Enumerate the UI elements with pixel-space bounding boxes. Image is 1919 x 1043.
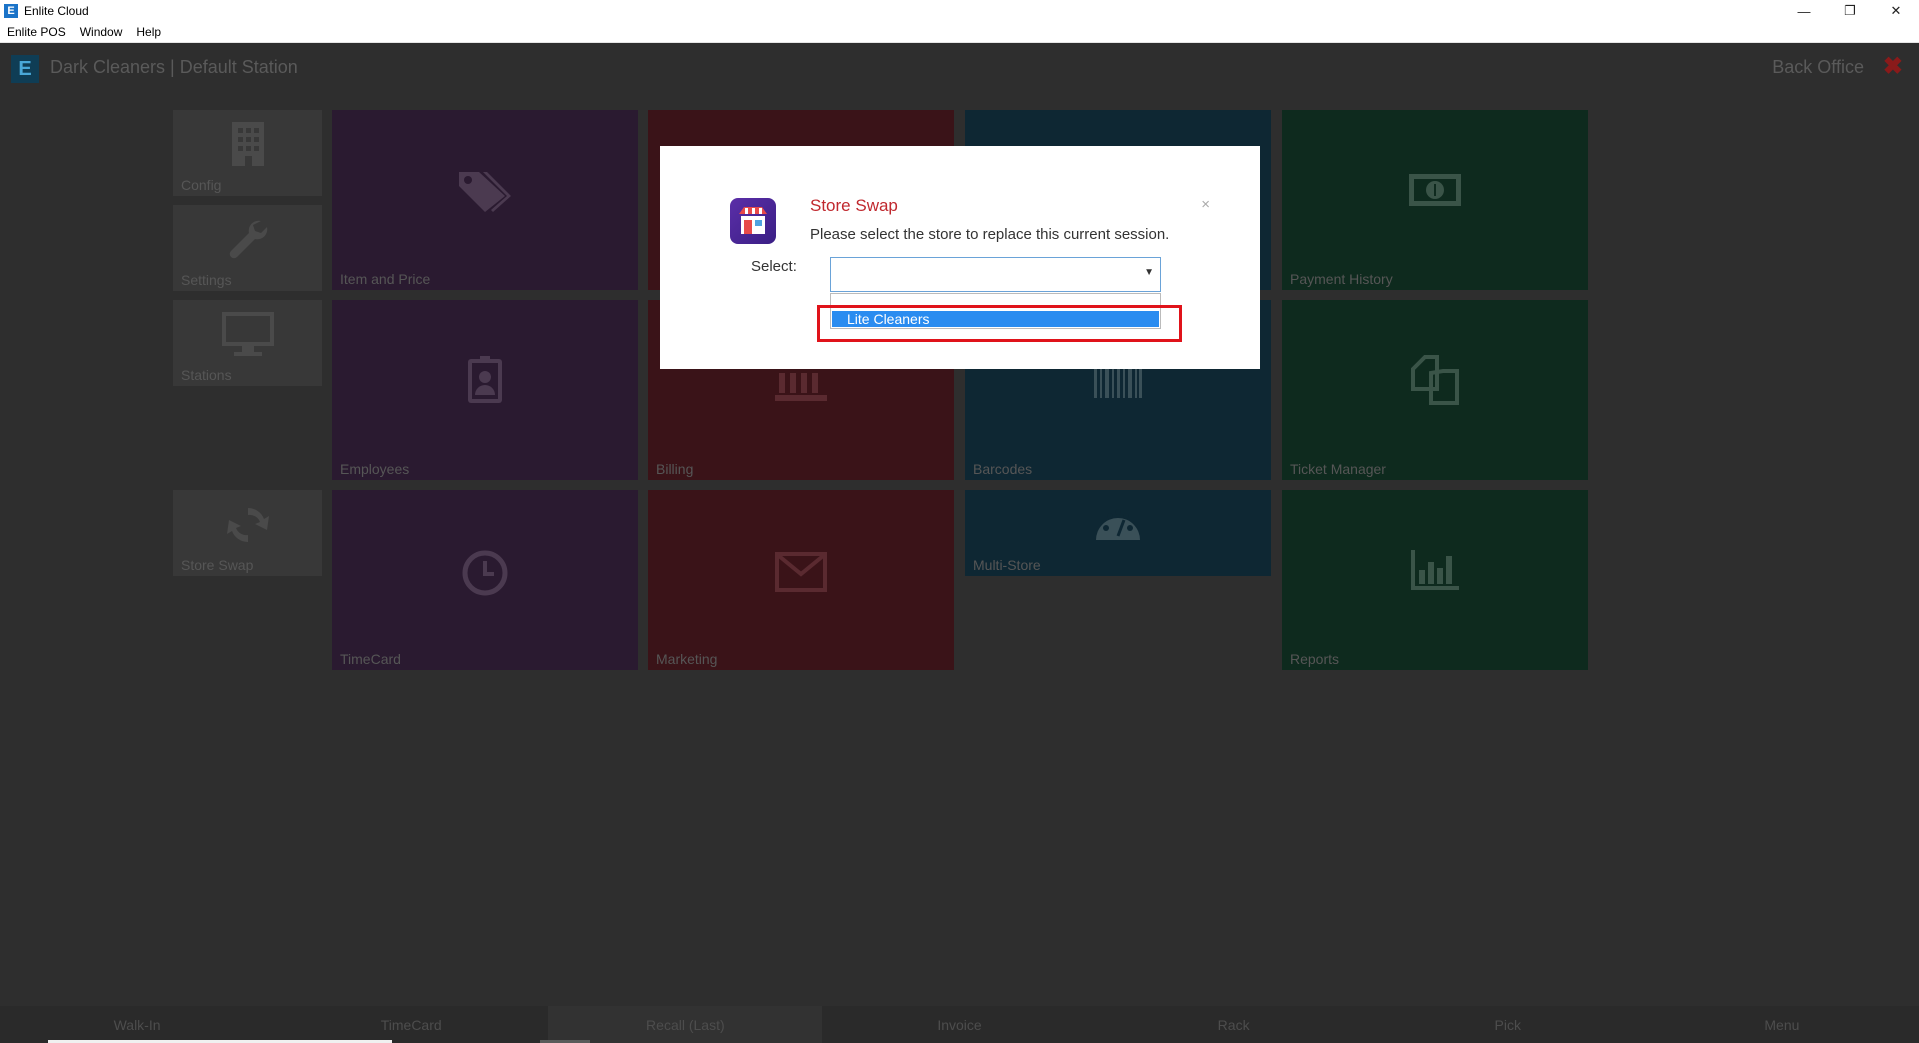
tile-label: TimeCard (340, 651, 401, 667)
bottom-walk-in[interactable]: Walk-In (0, 1006, 274, 1043)
menu-enlite-pos[interactable]: Enlite POS (0, 25, 73, 39)
tile-item-and-price[interactable]: Item and Price (332, 110, 638, 290)
tile-label: Ticket Manager (1290, 461, 1386, 477)
money-icon (1282, 172, 1588, 208)
store-swap-dialog: Store Swap Please select the store to re… (660, 146, 1260, 369)
restore-button[interactable]: ❐ (1827, 0, 1873, 22)
bottom-nav: Walk-In TimeCard Recall (Last) Invoice R… (0, 1006, 1919, 1043)
tile-employees[interactable]: Employees (332, 300, 638, 480)
tile-label: Employees (340, 461, 410, 477)
tile-label: Multi-Store (973, 557, 1041, 573)
tile-ticket-manager[interactable]: Ticket Manager (1282, 300, 1588, 480)
tile-timecard[interactable]: TimeCard (332, 490, 638, 670)
id-badge-icon (332, 355, 638, 405)
tile-config[interactable]: Config (173, 110, 322, 196)
tile-label: Marketing (656, 651, 718, 667)
highlight-annotation (817, 305, 1182, 342)
app-logo-icon: E (4, 4, 18, 18)
copy-icon (1282, 355, 1588, 405)
bottom-recall-last[interactable]: Recall (Last) (548, 1006, 823, 1043)
back-office-label[interactable]: Back Office (1772, 57, 1864, 78)
window-controls: — ❐ ✕ (1781, 0, 1919, 22)
dialog-close-button[interactable]: × (1201, 196, 1210, 213)
tile-label: Stations (181, 367, 232, 383)
store-select[interactable]: ▼ (830, 257, 1161, 292)
bottom-menu[interactable]: Menu (1645, 1006, 1919, 1043)
window-title: Enlite Cloud (24, 4, 89, 18)
dashboard-gauge-icon (965, 502, 1271, 542)
monitor-icon (173, 310, 322, 358)
refresh-icon (173, 500, 322, 550)
tile-stations[interactable]: Stations (173, 300, 322, 386)
building-icon (173, 120, 322, 168)
tile-marketing[interactable]: Marketing (648, 490, 954, 670)
brand-logo-icon: E (11, 55, 39, 83)
tile-reports[interactable]: Reports (1282, 490, 1588, 670)
tile-label: Barcodes (973, 461, 1033, 477)
bottom-invoice[interactable]: Invoice (822, 1006, 1096, 1043)
window-titlebar: E Enlite Cloud — ❐ ✕ (0, 0, 1919, 22)
tile-label: Reports (1290, 651, 1340, 667)
tile-label: Payment History (1290, 271, 1393, 287)
tile-store-swap[interactable]: Store Swap (173, 490, 322, 576)
tile-label: Item and Price (340, 271, 431, 287)
app-header: E Dark Cleaners | Default Station Back O… (0, 43, 1919, 93)
tile-label: Billing (656, 461, 694, 477)
tag-icon (332, 168, 638, 214)
station-title: Dark Cleaners | Default Station (50, 57, 298, 77)
tile-multi-store[interactable]: Multi-Store (965, 490, 1271, 576)
bar-chart-icon (1282, 548, 1588, 592)
minimize-button[interactable]: — (1781, 0, 1827, 22)
close-window-button[interactable]: ✕ (1873, 0, 1919, 22)
menu-window[interactable]: Window (73, 25, 130, 39)
menu-help[interactable]: Help (129, 25, 168, 39)
bottom-pick[interactable]: Pick (1371, 1006, 1645, 1043)
bottom-rack[interactable]: Rack (1097, 1006, 1371, 1043)
envelope-icon (648, 552, 954, 592)
dialog-subtitle: Please select the store to replace this … (810, 226, 1170, 243)
wrench-icon (173, 215, 322, 265)
menu-bar: Enlite POS Window Help (0, 22, 1919, 43)
tile-label: Store Swap (181, 557, 254, 573)
bottom-timecard[interactable]: TimeCard (274, 1006, 548, 1043)
close-icon[interactable]: ✖ (1883, 52, 1903, 81)
tile-payment-history[interactable]: Payment History (1282, 110, 1588, 290)
store-icon (730, 198, 776, 244)
tile-label: Settings (181, 272, 232, 288)
select-label: Select: (751, 258, 797, 275)
dialog-title: Store Swap (810, 196, 898, 215)
app-main: E Dark Cleaners | Default Station Back O… (0, 43, 1919, 1043)
tile-settings[interactable]: Settings (173, 205, 322, 291)
clock-icon (332, 550, 638, 596)
tile-label: Config (181, 177, 222, 193)
dropdown-arrow-icon[interactable]: ▼ (1144, 267, 1154, 278)
